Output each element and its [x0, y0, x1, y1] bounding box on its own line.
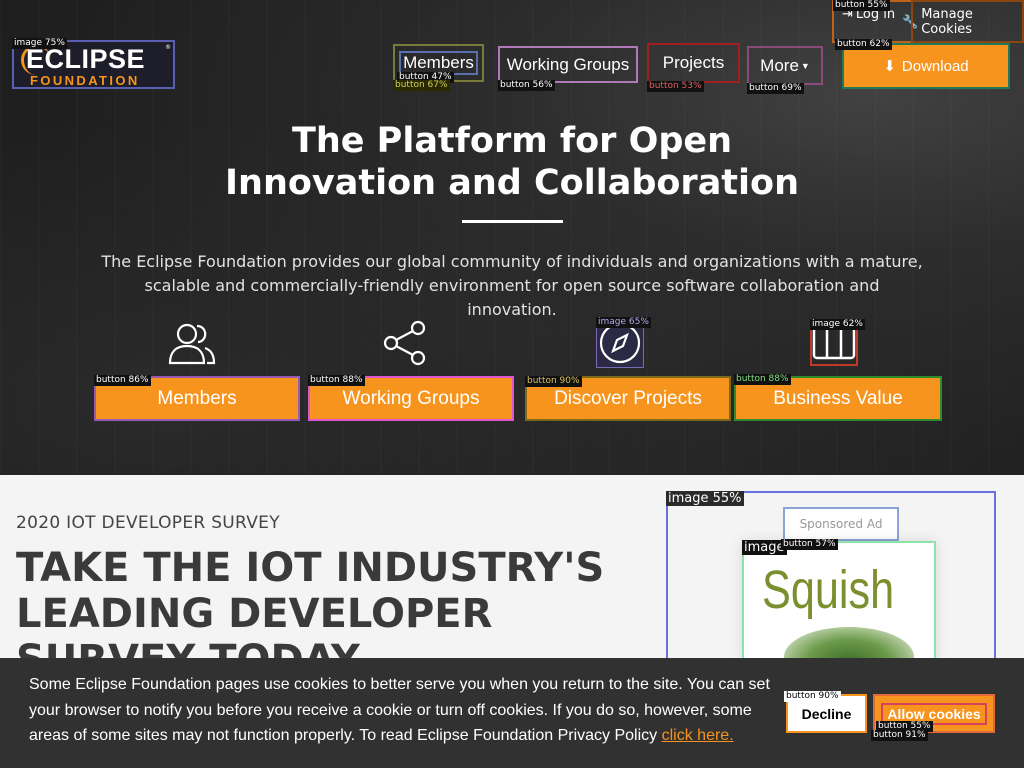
annotation-tag: button 88%	[308, 375, 365, 386]
cookie-banner: Some Eclipse Foundation pages use cookie…	[0, 658, 1024, 768]
annotation-tag: image 62%	[810, 319, 865, 330]
annotation-tag: image	[742, 540, 787, 555]
registered-mark: ®	[165, 44, 171, 51]
logo-subtitle: FOUNDATION	[30, 73, 140, 88]
nav-projects[interactable]: Projects	[647, 43, 740, 83]
hero-section: ECLIPSE FOUNDATION ® ⇥ Log in 🔧 Manage C…	[0, 0, 1024, 475]
annotation-tag: button 91%	[871, 730, 928, 741]
people-icon	[166, 320, 218, 366]
download-label: Download	[901, 57, 969, 75]
annotation-tag: button 62%	[835, 39, 892, 50]
hero-headline-line1: The Platform for Open	[291, 121, 733, 161]
annotation-tag: image 75%	[12, 38, 67, 49]
annotation-tag: button 90%	[525, 376, 582, 387]
annotation-tag: button 53%	[647, 81, 704, 92]
hero-lede: The Eclipse Foundation provides our glob…	[101, 252, 923, 319]
share-icon	[383, 320, 427, 366]
hero-headline: The Platform for Open Innovation and Col…	[0, 120, 1024, 204]
manage-cookies-link[interactable]: 🔧 Manage Cookies	[902, 7, 1024, 37]
annotation-tag: button 67%	[393, 80, 450, 91]
privacy-policy-link[interactable]: click here.	[662, 727, 734, 744]
hero-headline-line2: Innovation and Collaboration	[225, 163, 799, 203]
caret-down-icon: ▼	[800, 60, 810, 71]
squish-ad-image[interactable]: Squish	[742, 541, 936, 661]
cta-working-groups-label: Working Groups	[342, 387, 480, 409]
manage-cookies-label: Manage Cookies	[921, 7, 973, 37]
nav-working-groups[interactable]: Working Groups	[498, 46, 638, 83]
cookie-message-text: Some Eclipse Foundation pages use cookie…	[29, 676, 770, 744]
survey-kicker: 2020 IOT DEVELOPER SURVEY	[16, 513, 280, 533]
annotation-tag: button 86%	[94, 375, 151, 386]
hero-divider	[462, 220, 563, 223]
nav-more[interactable]: More ▼	[747, 46, 823, 85]
decline-label: Decline	[801, 705, 852, 722]
annotation-tag: button 56%	[498, 80, 555, 91]
nav-more-label: More	[760, 55, 799, 75]
annotation-tag: button 88%	[734, 374, 791, 385]
ad-graphic	[784, 627, 914, 659]
sponsored-ad-label: Sponsored Ad	[783, 507, 899, 541]
annotation-tag: button 55%	[833, 0, 890, 11]
wrench-icon: 🔧	[902, 14, 919, 30]
nav-projects-label: Projects	[662, 53, 725, 72]
cta-members-label: Members	[157, 387, 237, 409]
annotation-tag: image 55%	[666, 491, 744, 506]
annotation-tag: button 90%	[784, 691, 841, 702]
nav-working-groups-label: Working Groups	[506, 54, 630, 74]
download-icon: ⬇	[883, 58, 896, 75]
annotation-tag: button 69%	[747, 83, 804, 94]
annotation-tag: button 57%	[781, 539, 838, 550]
cta-discover-projects-label: Discover Projects	[554, 387, 702, 409]
squish-ad-word: Squish	[762, 560, 895, 620]
ad-container[interactable]: image 55% Sponsored Ad Squish image butt…	[666, 491, 996, 663]
cookie-message: Some Eclipse Foundation pages use cookie…	[29, 672, 779, 749]
annotation-tag: image 65%	[596, 317, 651, 328]
cta-business-value-label: Business Value	[773, 387, 903, 409]
